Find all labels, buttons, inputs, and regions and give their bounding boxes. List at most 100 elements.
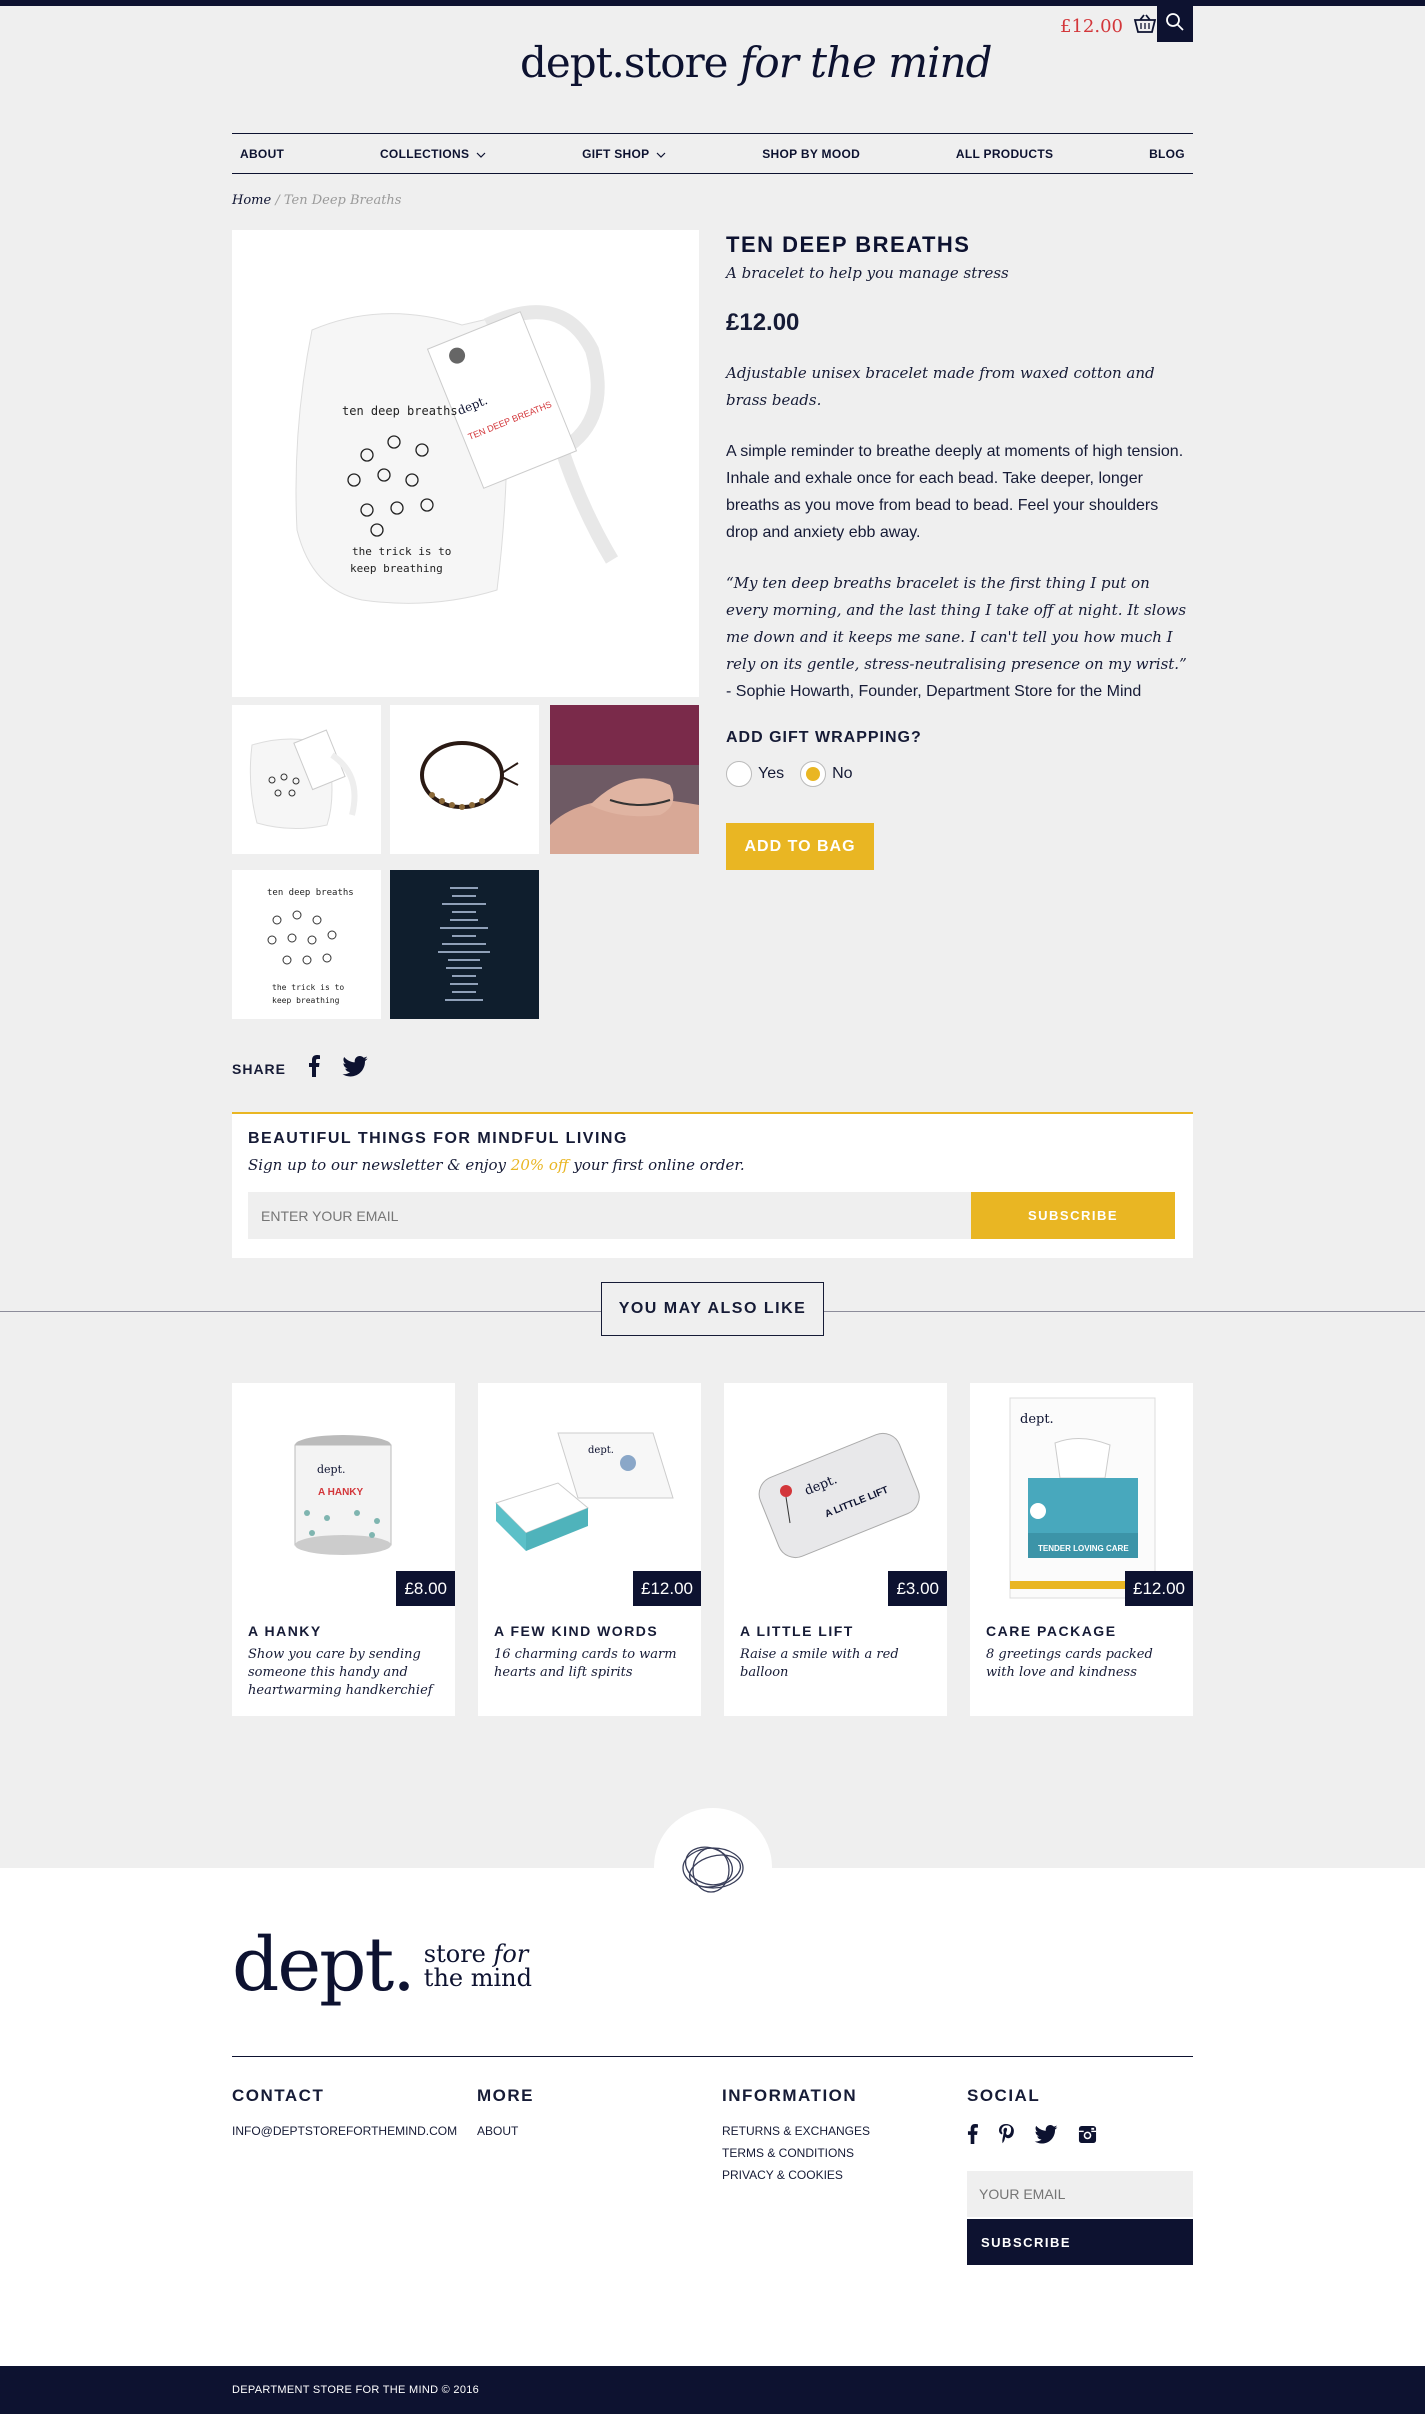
- svg-text:ten deep breaths: ten deep breaths: [342, 404, 458, 418]
- logo-tail: for the mind: [739, 38, 993, 87]
- quote-attribution: - Sophie Howarth, Founder, Department St…: [726, 683, 1142, 700]
- product-card-price: £12.00: [1125, 1571, 1193, 1606]
- product-card[interactable]: dept. TENDER LOVING CARE £12.00 CARE PACK…: [970, 1383, 1193, 1716]
- product-card-description: Show you care by sending someone this ha…: [248, 1647, 433, 1698]
- nav-shop-by-mood[interactable]: SHOP BY MOOD: [762, 147, 860, 161]
- footer-contact: CONTACT INFO@DEPTSTOREFORTHEMIND.COM: [232, 2086, 457, 2138]
- product-thumbnail[interactable]: [390, 705, 539, 854]
- product-thumbnail[interactable]: [232, 705, 381, 854]
- product-thumbnail[interactable]: [390, 870, 539, 1019]
- copyright-text: DEPARTMENT STORE FOR THE MIND © 2016: [232, 2384, 480, 2396]
- newsletter-form: SUBSCRIBE: [248, 1192, 1177, 1239]
- search-icon[interactable]: [1165, 12, 1185, 37]
- nav-gift-shop[interactable]: GIFT SHOP: [582, 147, 666, 161]
- svg-text:keep breathing: keep breathing: [272, 996, 340, 1005]
- main-nav: ABOUT COLLECTIONS GIFT SHOP SHOP BY MOOD…: [232, 133, 1193, 174]
- product-price: £12.00: [726, 309, 800, 336]
- product-lead: Adjustable unisex bracelet made from wax…: [726, 364, 1155, 409]
- svg-text:keep breathing: keep breathing: [350, 562, 443, 575]
- product-info: TEN DEEP BREATHS A bracelet to help you …: [726, 230, 1193, 787]
- product-card[interactable]: dept. A LITTLE LIFT £3.00 A LITTLE LIFT R…: [724, 1383, 947, 1716]
- footer-information: INFORMATION RETURNS & EXCHANGES TERMS & …: [722, 2086, 870, 2182]
- product-card-title[interactable]: CARE PACKAGE: [986, 1623, 1117, 1639]
- newsletter-subtitle: Sign up to our newsletter & enjoy 20% of…: [248, 1156, 745, 1174]
- newsletter-title: BEAUTIFUL THINGS FOR MINDFUL LIVING: [248, 1130, 628, 1147]
- site-logo[interactable]: dept.store for the mind: [520, 38, 992, 87]
- footer-email-link[interactable]: INFO@DEPTSTOREFORTHEMIND.COM: [232, 2124, 457, 2138]
- product-card[interactable]: dept. A HANKY £8.00 A HANKY Show you care…: [232, 1383, 455, 1716]
- product-card-description: 16 charming cards to warm hearts and lif…: [494, 1647, 677, 1680]
- product-card-title[interactable]: A HANKY: [248, 1623, 322, 1639]
- product-card-price: £8.00: [396, 1571, 455, 1606]
- product-card-title[interactable]: A FEW KIND WORDS: [494, 1623, 658, 1639]
- radio-no[interactable]: [800, 761, 827, 787]
- footer-more: MORE ABOUT: [477, 2086, 534, 2138]
- radio-selected-dot: [806, 767, 821, 781]
- footer: [0, 1868, 1425, 2366]
- cart[interactable]: £12.00: [1060, 14, 1157, 39]
- twitter-icon[interactable]: [342, 1055, 368, 1082]
- cart-total[interactable]: £12.00: [1060, 16, 1123, 37]
- product-title: TEN DEEP BREATHS: [726, 232, 971, 257]
- product-thumbnail[interactable]: ten deep breaths the trick is to keep brea…: [232, 870, 381, 1019]
- footer-logo-mark: dept.: [232, 1922, 416, 2008]
- footer-link-about[interactable]: ABOUT: [477, 2124, 534, 2138]
- product-main-image[interactable]: dept. TEN DEEP BREATHS ten deep breaths …: [232, 230, 699, 697]
- instagram-icon[interactable]: [1078, 2125, 1097, 2149]
- product-thumbnail[interactable]: [550, 705, 699, 854]
- facebook-icon[interactable]: [308, 1055, 321, 1082]
- footer-link-terms[interactable]: TERMS & CONDITIONS: [722, 2146, 870, 2160]
- discount-highlight: 20% off: [510, 1156, 569, 1174]
- newsletter-email-input[interactable]: [248, 1192, 971, 1239]
- gift-option-no[interactable]: No: [800, 761, 853, 787]
- footer-logo[interactable]: dept. store for the mind: [232, 1922, 532, 2008]
- facebook-icon[interactable]: [967, 2124, 978, 2149]
- basket-icon[interactable]: [1133, 14, 1157, 39]
- gift-wrapping-label: ADD GIFT WRAPPING?: [726, 729, 922, 746]
- product-card-title[interactable]: A LITTLE LIFT: [740, 1623, 854, 1639]
- footer-heading: MORE: [477, 2086, 534, 2105]
- top-accent-bar: [0, 0, 1425, 6]
- breadcrumb-current: Ten Deep Breaths: [283, 193, 402, 208]
- chevron-down-icon: [656, 147, 666, 161]
- svg-text:the trick is to: the trick is to: [272, 983, 344, 992]
- footer-email-input[interactable]: [967, 2171, 1193, 2217]
- footer-link-privacy[interactable]: PRIVACY & COOKIES: [722, 2168, 870, 2182]
- product-subtitle: A bracelet to help you manage stress: [726, 264, 1009, 282]
- chevron-down-icon: [476, 147, 486, 161]
- share-label: SHARE: [232, 1060, 287, 1077]
- pinterest-icon[interactable]: [998, 2124, 1014, 2149]
- nav-all-products[interactable]: ALL PRODUCTS: [956, 147, 1053, 161]
- svg-text:dept.: dept.: [588, 1445, 614, 1456]
- footer-heading: CONTACT: [232, 2086, 325, 2105]
- gift-option-label: No: [832, 765, 853, 782]
- breadcrumb-separator: /: [275, 193, 280, 208]
- footer-logo-text: store for the mind: [423, 1940, 532, 1992]
- breadcrumb-home[interactable]: Home: [232, 193, 271, 208]
- social-icons: [967, 2124, 1193, 2149]
- twitter-icon[interactable]: [1034, 2124, 1058, 2149]
- newsletter-subscribe-button[interactable]: SUBSCRIBE: [971, 1192, 1175, 1239]
- svg-text:TENDER LOVING CARE: TENDER LOVING CARE: [1038, 1544, 1129, 1553]
- product-description: A simple reminder to breathe deeply at m…: [726, 443, 1184, 541]
- footer-subscribe-button[interactable]: SUBSCRIBE: [967, 2219, 1193, 2265]
- svg-text:ten deep breaths: ten deep breaths: [267, 888, 354, 898]
- product-card-price: £12.00: [633, 1571, 701, 1606]
- gift-option-yes[interactable]: Yes: [726, 761, 784, 787]
- share-bar: SHARE: [232, 1055, 368, 1082]
- add-to-bag-button[interactable]: ADD TO BAG: [726, 823, 874, 870]
- newsletter-signup: BEAUTIFUL THINGS FOR MINDFUL LIVING Sign…: [232, 1112, 1193, 1258]
- radio-yes[interactable]: [726, 761, 752, 787]
- product-card[interactable]: dept. £12.00 A FEW KIND WORDS 16 charmin…: [478, 1383, 701, 1716]
- copyright-bar: DEPARTMENT STORE FOR THE MIND © 2016: [0, 2366, 1425, 2414]
- footer-link-returns[interactable]: RETURNS & EXCHANGES: [722, 2124, 870, 2138]
- also-like-heading: YOU MAY ALSO LIKE: [601, 1282, 824, 1336]
- search-button[interactable]: [1157, 6, 1193, 42]
- bracelet-icon: [675, 1838, 751, 1905]
- nav-blog[interactable]: BLOG: [1149, 147, 1185, 161]
- logo-main: dept.store: [520, 38, 729, 87]
- nav-collections[interactable]: COLLECTIONS: [380, 147, 486, 161]
- product-card-description: 8 greetings cards packed with love and k…: [986, 1647, 1153, 1680]
- gift-wrapping-options: Yes No: [726, 761, 1193, 787]
- nav-about[interactable]: ABOUT: [240, 147, 284, 161]
